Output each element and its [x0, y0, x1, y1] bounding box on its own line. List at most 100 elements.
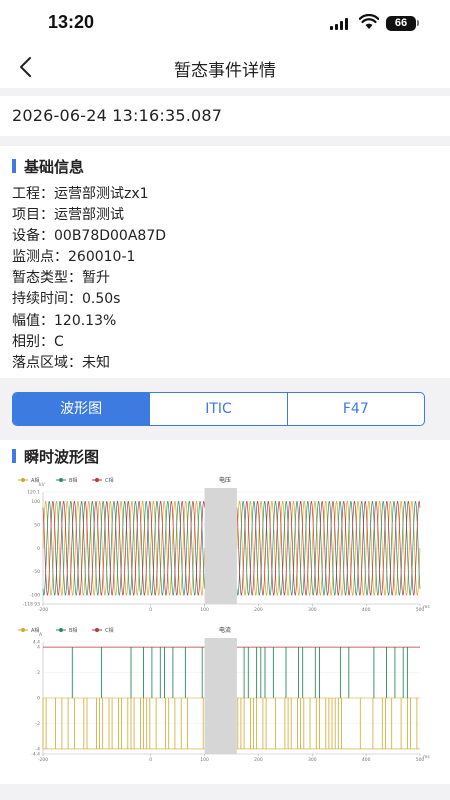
info-row: 幅值：120.13%: [12, 311, 166, 332]
info-value: 00B78D00A87D: [54, 228, 166, 245]
legend-marker: [95, 478, 99, 482]
info-row: 持续时间：0.50s: [12, 289, 166, 310]
info-label: 暂态类型: [12, 270, 68, 287]
bottom-spacer: [0, 784, 450, 800]
event-timestamp-card: 2026-06-24 13:16:35.087: [0, 96, 450, 136]
info-label: 相别: [12, 333, 40, 350]
tab-waveform[interactable]: 波形图: [13, 393, 151, 425]
x-tick-label: 0: [149, 757, 152, 763]
section-accent-bar: [12, 449, 16, 463]
y-tick-label: -50: [33, 569, 40, 575]
info-colon: ：: [68, 291, 82, 308]
x-axis-unit: ms: [423, 605, 430, 610]
info-row: 相别：C: [12, 332, 166, 353]
info-label: 项目: [12, 207, 40, 224]
basic-info-card: 基础信息 工程：运营部测试zx1 项目：运营部测试 设备：00B78D00A87D 监…: [0, 146, 450, 378]
legend-label: B相: [69, 477, 77, 484]
y-tick-label: -100: [30, 593, 40, 599]
y-tick-label: 2: [37, 670, 40, 676]
info-label: 持续时间: [12, 291, 68, 308]
data-gap-region: [204, 638, 237, 754]
current-chart: A相 B相 C相 电流A4.4420-2-4-4.4-200 0 100 200 300 400…: [18, 626, 430, 763]
legend-label: C相: [105, 627, 114, 634]
info-label: 设备: [12, 228, 40, 245]
waveform-card: 瞬时波形图 A相 B相 C相 电压 kV 120.1 100 50 0 -50 -100 -118.9…: [0, 440, 450, 784]
y-tick-label: 4: [37, 645, 40, 651]
legend-label: C相: [105, 477, 114, 484]
info-row: 落点区域：未知: [12, 353, 166, 374]
section-title: 基础信息: [24, 158, 85, 176]
info-value: 运营部测试zx1: [54, 186, 149, 202]
x-tick-label: 200: [254, 607, 263, 613]
info-colon: ：: [68, 354, 82, 371]
legend-marker: [21, 628, 25, 632]
info-value: 120.13%: [54, 312, 117, 329]
x-tick-label: 0: [149, 607, 152, 613]
y-tick-label: 0: [37, 696, 40, 702]
info-label: 落点区域: [12, 354, 68, 371]
status-time: 13:20: [48, 12, 95, 32]
x-tick-label: -200: [38, 607, 48, 613]
info-row: 暂态类型：暂升: [12, 268, 166, 289]
x-tick-label: 400: [362, 757, 371, 763]
info-value: 260010-1: [68, 249, 136, 266]
x-axis-unit: ms: [423, 755, 430, 760]
data-gap-region: [204, 488, 237, 604]
battery-tip: [417, 20, 419, 26]
x-tick-label: 100: [200, 607, 209, 613]
wifi-icon: [359, 14, 379, 29]
info-value: C: [54, 333, 64, 350]
x-tick-label: -200: [38, 757, 48, 763]
info-value: 暂升: [82, 270, 110, 287]
chart-title: 电压: [219, 476, 231, 484]
cellular-signal-icon: [330, 18, 352, 30]
x-tick-label: 300: [308, 757, 317, 763]
info-colon: ：: [40, 207, 54, 224]
info-label: 幅值: [12, 312, 40, 329]
tab-f47[interactable]: F47: [288, 393, 424, 425]
y-axis-unit: A: [39, 632, 43, 638]
info-row: 项目：运营部测试: [12, 205, 166, 226]
y-axis-unit: kV: [39, 482, 46, 488]
y-tick-label: -4: [36, 746, 41, 752]
tab-itic[interactable]: ITIC: [150, 393, 288, 425]
x-tick-label: 200: [254, 757, 263, 763]
info-colon: ：: [40, 228, 54, 245]
info-colon: ：: [68, 270, 82, 287]
page-title: 暂态事件详情: [174, 61, 276, 81]
event-timestamp: 2026-06-24 13:16:35.087: [12, 106, 223, 125]
legend-marker: [59, 628, 63, 632]
y-tick-label: 120.1: [27, 490, 40, 496]
battery-icon: 66: [386, 16, 416, 31]
info-value: 运营部测试: [54, 207, 124, 224]
x-tick-label: 300: [308, 607, 317, 613]
section-accent-bar: [12, 159, 16, 173]
chart-title: 电流: [219, 626, 231, 634]
y-tick-label: 0: [37, 546, 40, 552]
status-bar: 13:20 66: [0, 0, 450, 46]
nav-bar: 暂态事件详情: [0, 46, 450, 88]
info-value: 未知: [82, 354, 110, 371]
y-tick-label: -2: [36, 721, 41, 727]
x-tick-label: 100: [200, 757, 209, 763]
info-label: 工程: [12, 186, 40, 202]
legend-marker: [95, 628, 99, 632]
voltage-chart: A相 B相 C相 电压kV120.1100500-50-100-118.93-200 0…: [18, 476, 430, 613]
info-colon: ：: [54, 249, 68, 266]
info-colon: ：: [40, 186, 54, 202]
y-tick-label: 50: [34, 522, 40, 528]
info-row: 设备：00B78D00A87D: [12, 226, 166, 247]
section-title: 瞬时波形图: [24, 448, 100, 466]
info-colon: ：: [40, 312, 54, 329]
info-list: 工程：运营部测试zx1 项目：运营部测试 设备：00B78D00A87D 监测点：26…: [12, 184, 166, 374]
y-tick-label: -118.93: [23, 602, 41, 608]
info-colon: ：: [40, 333, 54, 350]
y-tick-label: 100: [31, 499, 40, 505]
legend-marker: [59, 478, 63, 482]
info-label: 监测点: [12, 249, 54, 266]
y-tick-label: -4.4: [31, 752, 40, 758]
chart-tabs: 波形图 ITIC F47: [12, 392, 425, 426]
legend-marker: [21, 478, 25, 482]
info-value: 0.50s: [82, 291, 121, 308]
legend-label: B相: [69, 627, 77, 634]
